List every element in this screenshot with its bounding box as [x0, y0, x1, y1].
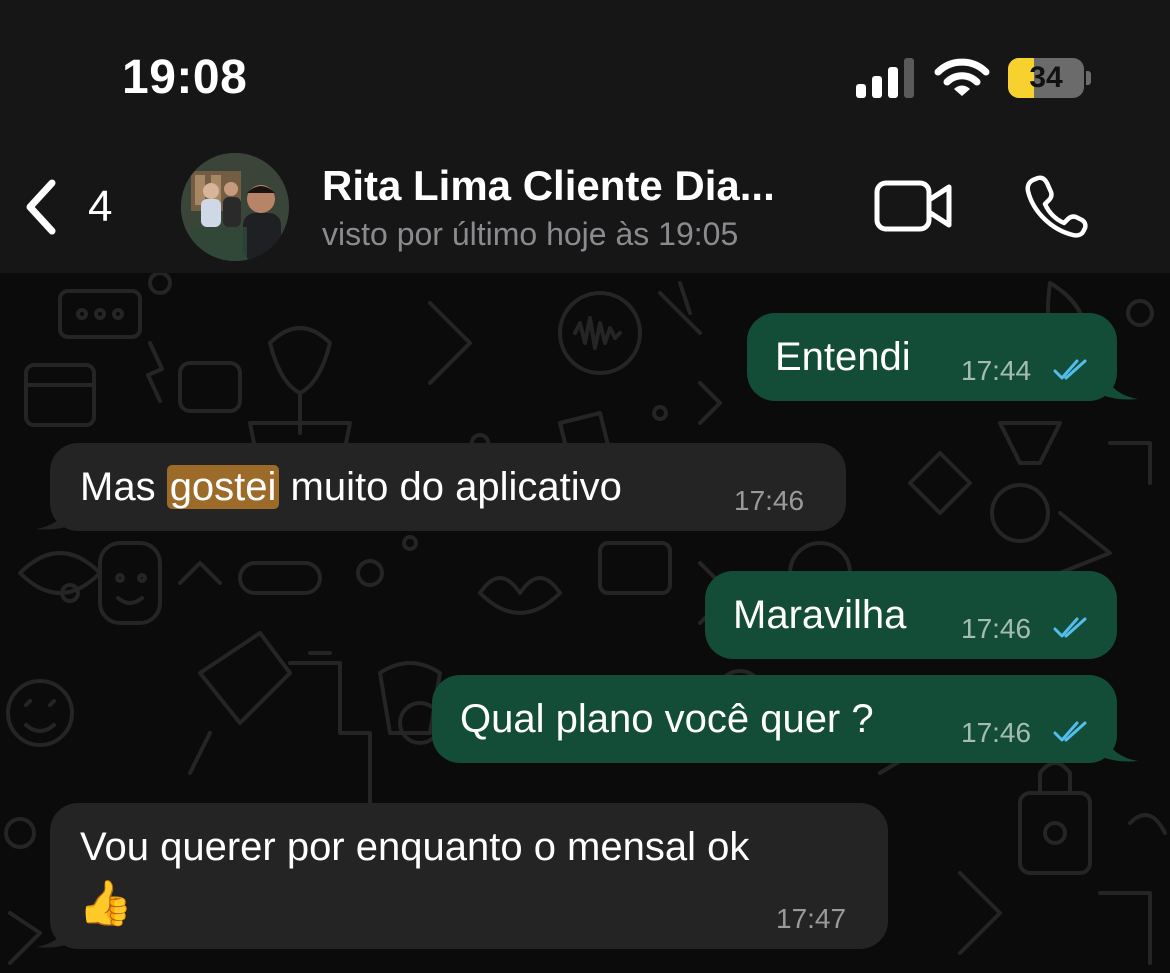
message-text-after: muito do aplicativo [279, 465, 622, 509]
thumbs-up-emoji: 👍 [78, 879, 133, 928]
whatsapp-chat-screen: 19:08 34 4 Rita Lima Cliente Dia... vist… [0, 0, 1170, 973]
message-text-before: Mas [80, 465, 167, 509]
double-check-read-icon [1053, 721, 1087, 742]
double-check-read-icon [1053, 359, 1087, 380]
message-time: 17:46 [961, 613, 1032, 644]
cellular-signal-icon [856, 58, 914, 98]
message-bubble-incoming[interactable]: Mas gostei muito do aplicativo 17:46 [50, 443, 846, 531]
search-highlight: gostei [166, 465, 280, 509]
message-time: 17:46 [734, 485, 805, 516]
status-bar: 19:08 34 [0, 0, 1170, 140]
contact-name: Rita Lima Cliente Dia... [322, 162, 775, 209]
message-time: 17:44 [961, 355, 1032, 386]
message-bubble-outgoing[interactable]: Qual plano você quer ? 17:46 [432, 675, 1117, 763]
avatar-photo [181, 153, 289, 261]
bubble-tail [1102, 371, 1138, 400]
message-time: 17:47 [776, 903, 847, 934]
message-time: 17:46 [961, 717, 1032, 748]
battery-cap [1086, 71, 1091, 85]
contact-avatar[interactable] [181, 153, 289, 261]
last-seen-status: visto por último hoje às 19:05 [322, 216, 739, 252]
message-bubble-outgoing[interactable]: Entendi 17:44 [747, 313, 1117, 401]
contact-info[interactable]: Rita Lima Cliente Dia... visto por últim… [322, 162, 842, 253]
unread-count: 4 [88, 182, 113, 231]
battery-level: 34 [1029, 61, 1063, 94]
message-bubble-incoming[interactable]: Vou querer por enquanto o mensal ok 👍 17… [50, 803, 888, 949]
message-text: Entendi [775, 335, 911, 379]
battery-icon: 34 [1008, 58, 1084, 98]
video-call-icon[interactable] [874, 180, 954, 232]
message-text: Qual plano você quer ? [460, 697, 874, 741]
phone-call-icon[interactable] [1024, 174, 1088, 238]
message-bubble-outgoing[interactable]: Maravilha 17:46 [705, 571, 1117, 659]
bubble-tail [1102, 733, 1138, 762]
double-check-read-icon [1053, 617, 1087, 638]
message-text: Maravilha [733, 593, 907, 637]
back-button[interactable]: 4 [22, 174, 132, 240]
bubble-tail [36, 501, 72, 530]
status-time: 19:08 [122, 51, 248, 104]
bubble-tail [36, 919, 72, 948]
wifi-icon [934, 58, 990, 96]
message-list[interactable]: Entendi 17:44 Mas gostei muito do aplica… [0, 273, 1170, 973]
chevron-left-icon [26, 179, 56, 235]
chat-header: 4 Rita Lima Cliente Dia... visto por últ… [0, 140, 1170, 273]
message-text: Vou querer por enquanto o mensal ok [80, 825, 750, 869]
message-text: Mas gostei muito do aplicativo [80, 465, 622, 510]
